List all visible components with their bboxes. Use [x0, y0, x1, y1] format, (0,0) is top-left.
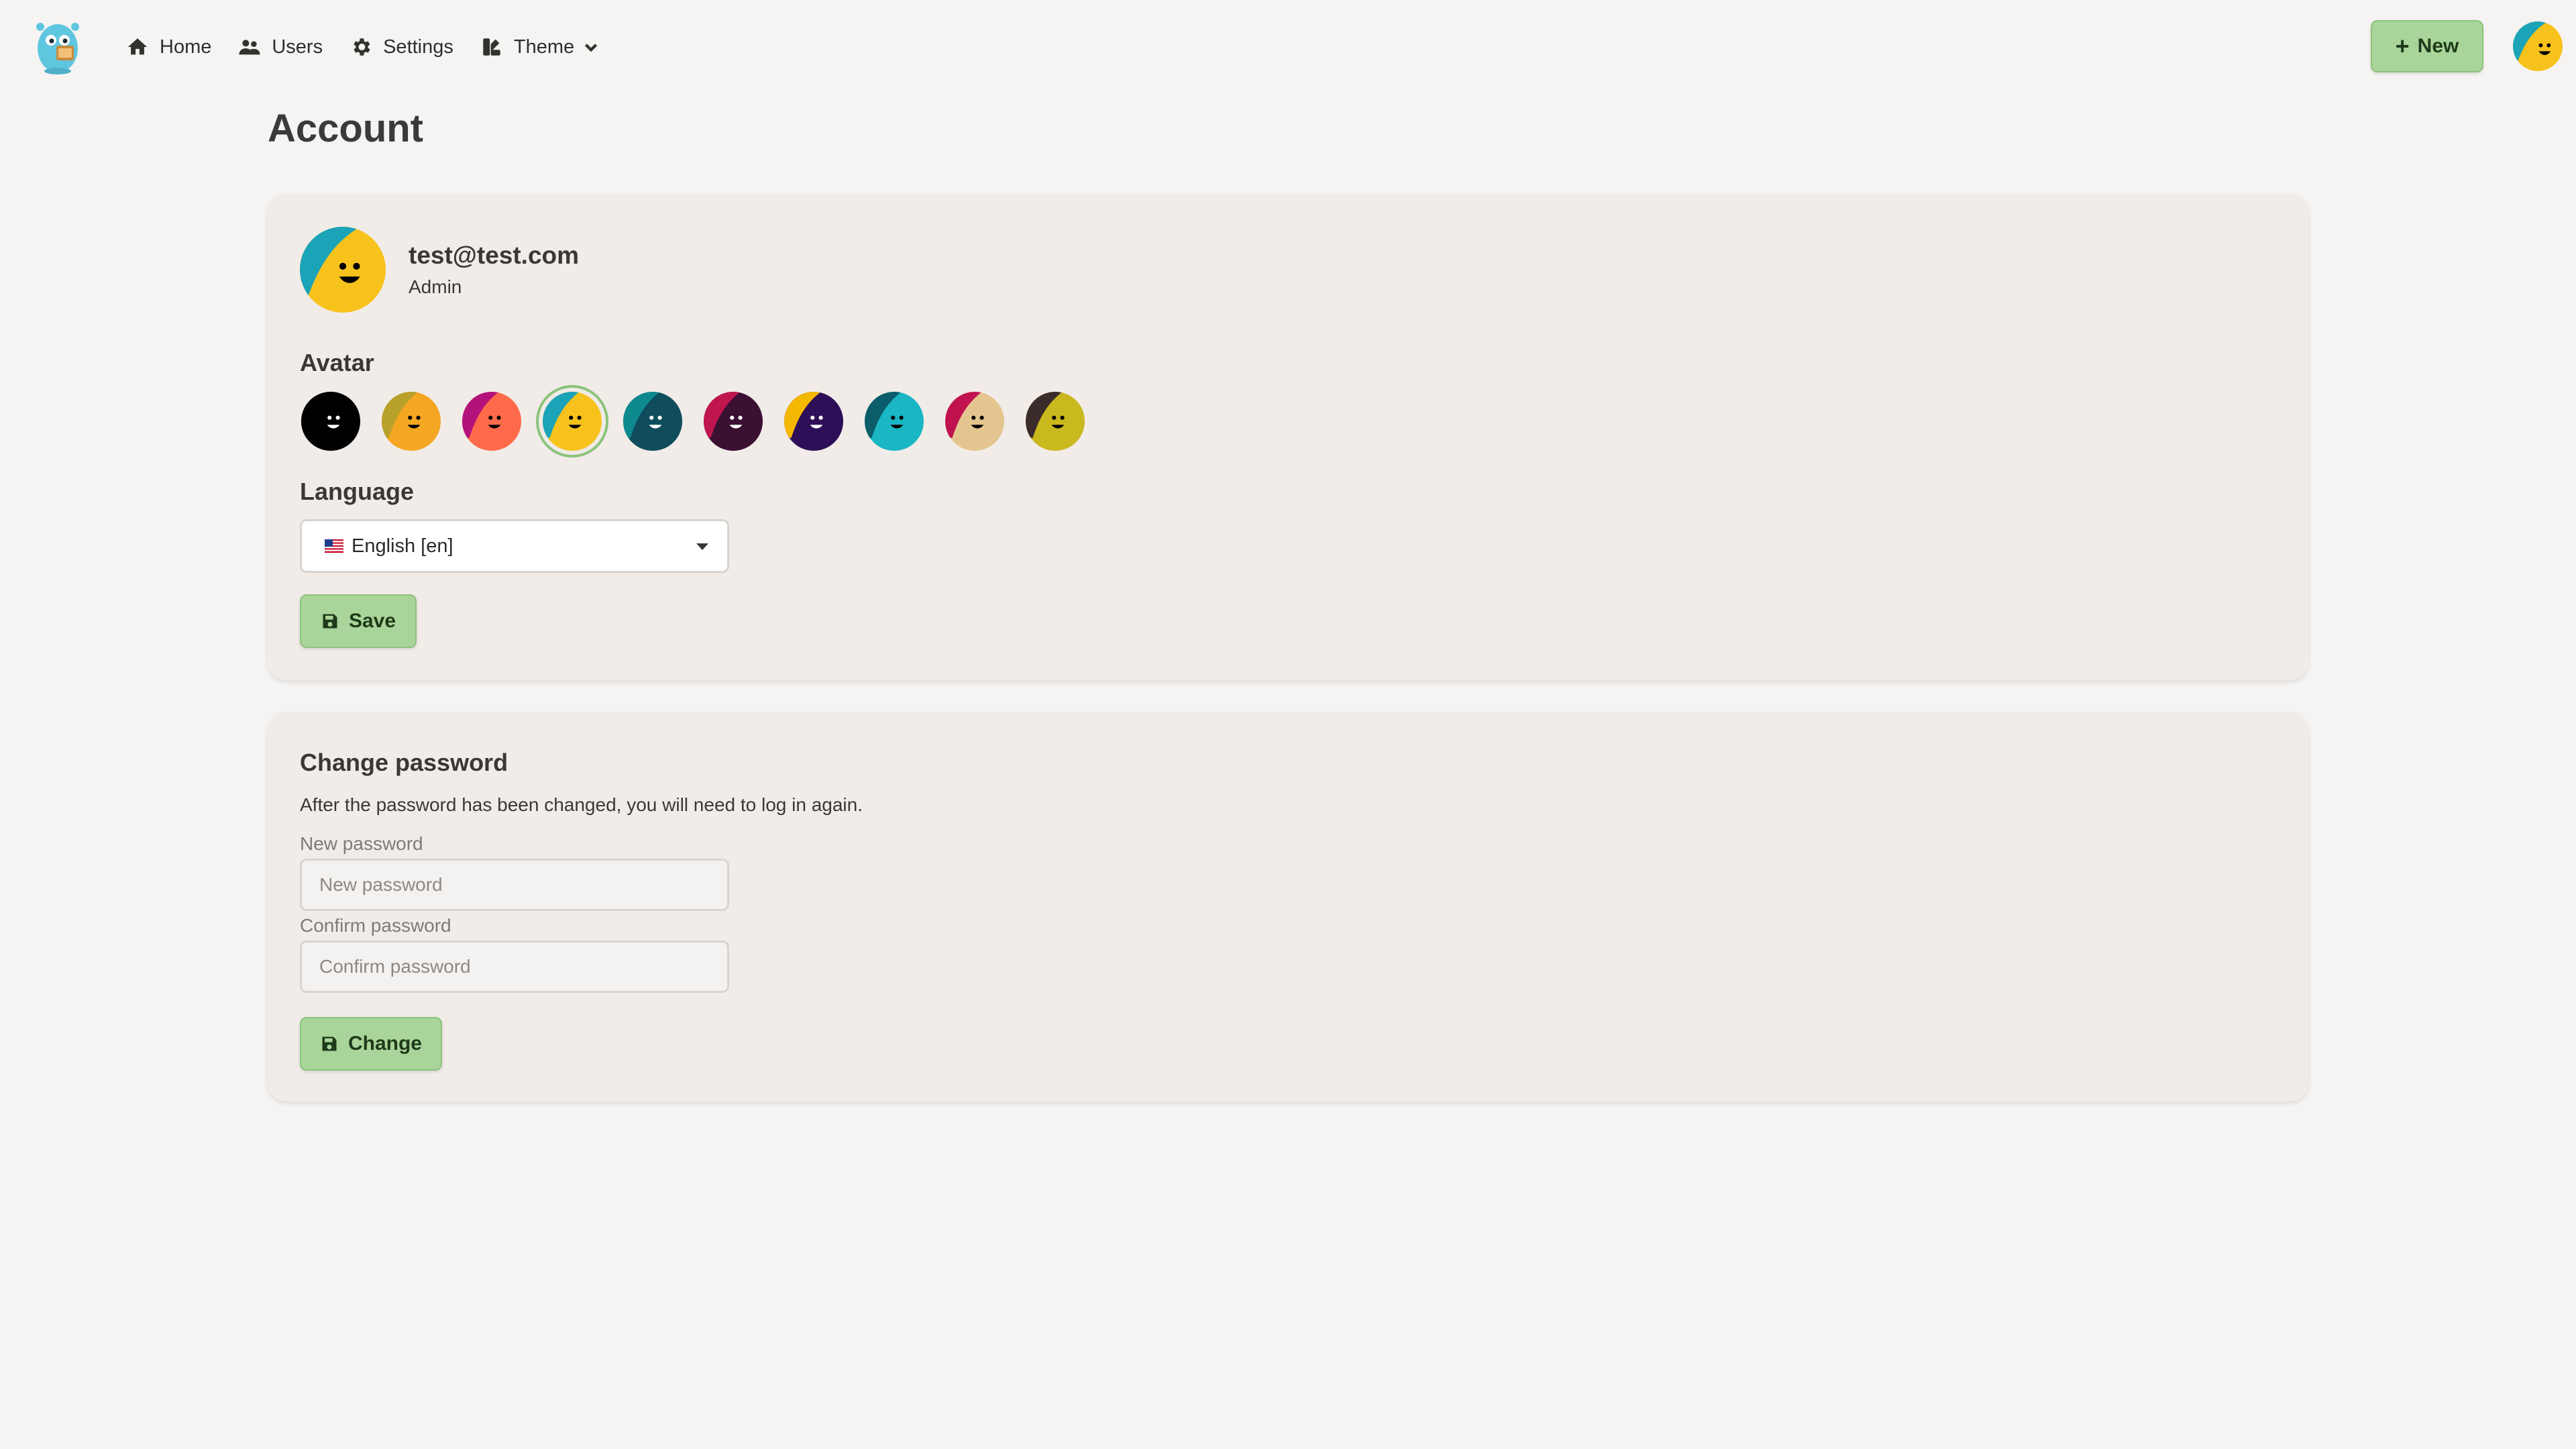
- language-section-label: Language: [300, 478, 415, 505]
- new-button[interactable]: + New: [2371, 20, 2483, 72]
- avatar-face-icon: [865, 392, 924, 451]
- app-logo-icon[interactable]: [34, 17, 83, 75]
- nav-theme-label: Theme: [513, 36, 575, 58]
- new-password-field[interactable]: [300, 859, 729, 911]
- top-navbar: Home Users Settings Theme + New: [0, 0, 2576, 94]
- account-card: test@test.com Admin Avatar Language Engl…: [268, 195, 2308, 680]
- avatar-option[interactable]: [1024, 390, 1086, 452]
- avatar-face-icon: [623, 392, 682, 451]
- profile-role: Admin: [409, 276, 462, 297]
- change-button-label: Change: [347, 1032, 422, 1055]
- profile-email: test@test.com: [409, 241, 580, 269]
- avatar-option[interactable]: [300, 390, 362, 452]
- avatar-face-icon: [382, 392, 441, 451]
- avatar-face-icon: [704, 392, 763, 451]
- caret-down-icon: [696, 543, 708, 550]
- nav-theme-dropdown[interactable]: Theme: [467, 25, 613, 68]
- avatar-option[interactable]: [380, 390, 442, 452]
- profile-avatar: [300, 227, 386, 313]
- nav-users-label: Users: [272, 36, 323, 58]
- nav-home[interactable]: Home: [113, 25, 225, 68]
- nav-users[interactable]: Users: [225, 25, 336, 68]
- new-password-label: New password: [300, 833, 423, 854]
- avatar-option[interactable]: [702, 390, 764, 452]
- avatar-option[interactable]: [944, 390, 1006, 452]
- avatar-option[interactable]: [461, 390, 523, 452]
- user-avatar[interactable]: [2513, 21, 2563, 71]
- theme-palette-icon: [483, 38, 500, 56]
- avatar-face-icon: [1026, 392, 1085, 451]
- gear-icon: [354, 38, 370, 56]
- chevron-down-icon: [585, 44, 598, 52]
- avatar-face-icon: [462, 392, 521, 451]
- save-button[interactable]: Save: [300, 594, 417, 648]
- confirm-password-field[interactable]: [300, 941, 729, 993]
- avatar-face-icon: [543, 392, 602, 451]
- nav-settings[interactable]: Settings: [336, 25, 467, 68]
- confirm-password-label: Confirm password: [300, 915, 451, 936]
- home-icon: [127, 38, 148, 55]
- change-password-card: Change password After the password has b…: [268, 712, 2308, 1102]
- us-flag-icon: [325, 539, 343, 553]
- new-button-label: New: [2417, 35, 2459, 57]
- page-title: Account: [268, 107, 423, 150]
- save-button-label: Save: [348, 610, 396, 632]
- nav-home-label: Home: [160, 36, 212, 58]
- users-icon: [239, 40, 260, 55]
- avatar-option[interactable]: [783, 390, 845, 452]
- avatar-option[interactable]: [541, 390, 603, 452]
- avatar-face-icon: [301, 392, 360, 451]
- floppy-disk-icon: [323, 614, 337, 629]
- change-password-description: After the password has been changed, you…: [300, 794, 863, 815]
- language-select-value: English [en]: [352, 535, 453, 557]
- avatar-option[interactable]: [863, 390, 925, 452]
- nav-links: Home Users Settings Theme: [113, 0, 613, 94]
- avatar-face-icon: [784, 392, 843, 451]
- avatar-section-label: Avatar: [300, 349, 374, 376]
- avatar-face-icon: [945, 392, 1004, 451]
- floppy-disk-icon: [322, 1036, 337, 1051]
- change-password-title: Change password: [300, 749, 508, 776]
- change-password-button[interactable]: Change: [300, 1017, 442, 1071]
- plus-icon: +: [2395, 32, 2410, 60]
- language-select[interactable]: English [en]: [300, 519, 729, 573]
- avatar-option[interactable]: [622, 390, 684, 452]
- nav-settings-label: Settings: [383, 36, 453, 58]
